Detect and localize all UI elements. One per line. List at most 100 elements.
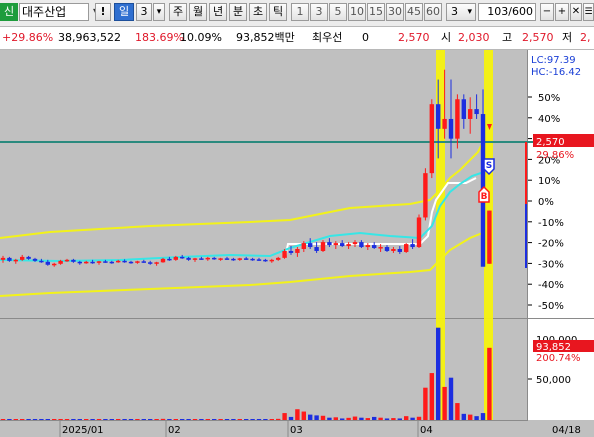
volume-bar [282, 413, 287, 420]
candle-body [384, 247, 390, 251]
volume-bar [96, 419, 102, 420]
volume-bar [480, 413, 486, 420]
volume-bar [0, 419, 6, 420]
x-label-apr: 04 [420, 425, 433, 436]
candle-body [167, 258, 172, 261]
upper-band-line [0, 139, 485, 239]
candle [237, 257, 242, 261]
current-price-badge: 2,570 [536, 137, 565, 148]
volume-bar [442, 386, 447, 420]
candle [218, 257, 223, 261]
candle-body [45, 261, 50, 265]
candle [256, 257, 262, 261]
candle-body [186, 257, 191, 260]
candle-body [352, 242, 358, 245]
candlestick-series [0, 69, 492, 267]
candle-body [192, 258, 198, 260]
candle [224, 256, 230, 260]
candle [468, 97, 473, 134]
candle-body [487, 210, 492, 264]
candle [429, 99, 434, 179]
candle-body [58, 260, 63, 264]
candle-body [404, 244, 409, 252]
candle [276, 256, 281, 261]
candle-body [212, 257, 217, 260]
volume-bar [212, 419, 217, 420]
candle [404, 243, 409, 253]
pct-tick-label: 40% [538, 114, 560, 125]
current-rate-badge: 29.86% [536, 150, 574, 161]
volume-bar [7, 419, 12, 420]
volume-bar [13, 419, 18, 420]
volume-bar [372, 416, 377, 420]
volume-bar [218, 419, 223, 420]
volume-bar [320, 415, 326, 420]
hc-label: HC:-16.42 [531, 67, 581, 78]
candle-body [128, 261, 134, 264]
volume-bar [231, 419, 236, 420]
candle-body [378, 247, 383, 249]
candle-body [397, 249, 402, 252]
candle-body [26, 256, 31, 259]
candle-body [71, 259, 76, 262]
candle-body [141, 261, 146, 263]
candle-body [308, 243, 313, 248]
candle-body [90, 261, 95, 264]
pct-tick-label: -50% [538, 301, 564, 312]
volume-bar [103, 419, 108, 420]
candle-body [372, 245, 377, 249]
candle-body [20, 256, 25, 260]
candle-body [416, 217, 422, 248]
candle-body [160, 258, 166, 263]
candle [244, 256, 249, 260]
pct-tick-label: -40% [538, 280, 564, 291]
candle-body [282, 250, 287, 258]
candle [480, 89, 486, 267]
x-label-mar: 03 [290, 425, 303, 436]
volume-bar [423, 387, 428, 420]
volume-bar [64, 419, 70, 420]
volume-bar [436, 327, 441, 420]
candle-body [410, 244, 415, 248]
candle-body [448, 118, 454, 139]
candle-body [96, 261, 102, 263]
candle-body [320, 242, 326, 251]
candle [487, 210, 492, 264]
candle [263, 258, 268, 262]
candle-body [84, 261, 89, 264]
volume-bar [487, 347, 492, 420]
candle [231, 257, 236, 261]
volume-bar [269, 419, 274, 420]
candle-body [436, 104, 441, 129]
candle [154, 261, 159, 266]
volume-bar [20, 419, 25, 420]
candle-body [276, 257, 281, 260]
volume-bar [397, 418, 402, 420]
volume-bar [429, 373, 434, 420]
candle-body [256, 259, 262, 261]
volume-bar [122, 419, 127, 420]
candle-body [39, 260, 44, 263]
volume-bar [250, 419, 255, 420]
candle [384, 245, 390, 252]
candle-body [288, 250, 294, 253]
candle [250, 257, 255, 261]
candle [128, 260, 134, 264]
range-bar-down [525, 204, 527, 268]
candle [192, 257, 198, 262]
candle [109, 260, 114, 264]
candle-body [314, 247, 319, 251]
volume-bar [199, 419, 204, 420]
candle-body [269, 259, 274, 262]
candle [391, 247, 396, 253]
candle [96, 260, 102, 265]
candle-body [468, 109, 473, 119]
candle-body [295, 249, 300, 253]
stock-chart[interactable]: S B LC:97.39 HC:-16.42 50%40%30%20%10%0%… [0, 0, 594, 437]
candle-body [148, 262, 153, 264]
volume-bar [276, 418, 281, 420]
volume-bar [167, 419, 172, 420]
candle [71, 258, 76, 263]
volume-bar [39, 419, 44, 420]
volume-bar [474, 416, 479, 420]
